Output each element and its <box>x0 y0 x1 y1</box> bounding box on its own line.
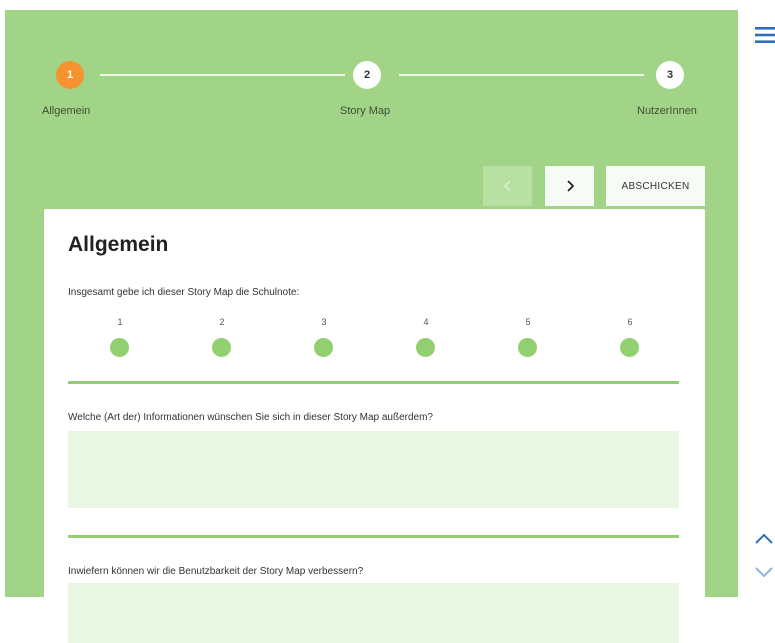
step-2-label: Story Map <box>340 105 391 117</box>
usability-textarea[interactable] <box>68 583 679 643</box>
step-2-circle[interactable]: 2 <box>353 61 381 89</box>
chevron-right-icon <box>566 180 574 192</box>
question-information: Welche (Art der) Informationen wünschen … <box>68 412 433 423</box>
section-divider <box>68 535 679 538</box>
rating-label-2: 2 <box>219 317 225 327</box>
submit-button[interactable]: ABSCHICKEN <box>606 166 705 206</box>
chevron-left-icon <box>503 180 511 192</box>
section-divider <box>68 381 679 384</box>
stepper-line <box>100 74 345 76</box>
step-3-circle[interactable]: 3 <box>656 61 684 89</box>
rating-option-5[interactable] <box>518 338 537 357</box>
rating-option-6[interactable] <box>620 338 639 357</box>
rating-label-4: 4 <box>423 317 429 327</box>
previous-button[interactable] <box>483 166 532 206</box>
hamburger-menu-icon[interactable] <box>754 24 775 46</box>
rating-option-3[interactable] <box>314 338 333 357</box>
next-button[interactable] <box>545 166 594 206</box>
information-textarea[interactable] <box>68 431 679 508</box>
step-3-label: NutzerInnen <box>637 105 697 117</box>
rating-option-4[interactable] <box>416 338 435 357</box>
question-usability: Inwiefern können wir die Benutzbarkeit d… <box>68 566 364 577</box>
chevron-down-icon[interactable] <box>754 565 774 579</box>
rating-label-6: 6 <box>627 317 633 327</box>
rating-option-1[interactable] <box>110 338 129 357</box>
rating-label-5: 5 <box>525 317 531 327</box>
step-1-label: Allgemein <box>42 105 91 117</box>
step-1-circle[interactable]: 1 <box>56 61 84 89</box>
chevron-up-icon[interactable] <box>754 532 774 546</box>
form-card: Allgemein Insgesamt gebe ich dieser Stor… <box>44 209 705 643</box>
stepper-line <box>399 74 644 76</box>
rating-label-1: 1 <box>117 317 123 327</box>
question-grade: Insgesamt gebe ich dieser Story Map die … <box>68 287 300 298</box>
rating-label-3: 3 <box>321 317 327 327</box>
rating-option-2[interactable] <box>212 338 231 357</box>
section-title: Allgemein <box>68 233 169 256</box>
